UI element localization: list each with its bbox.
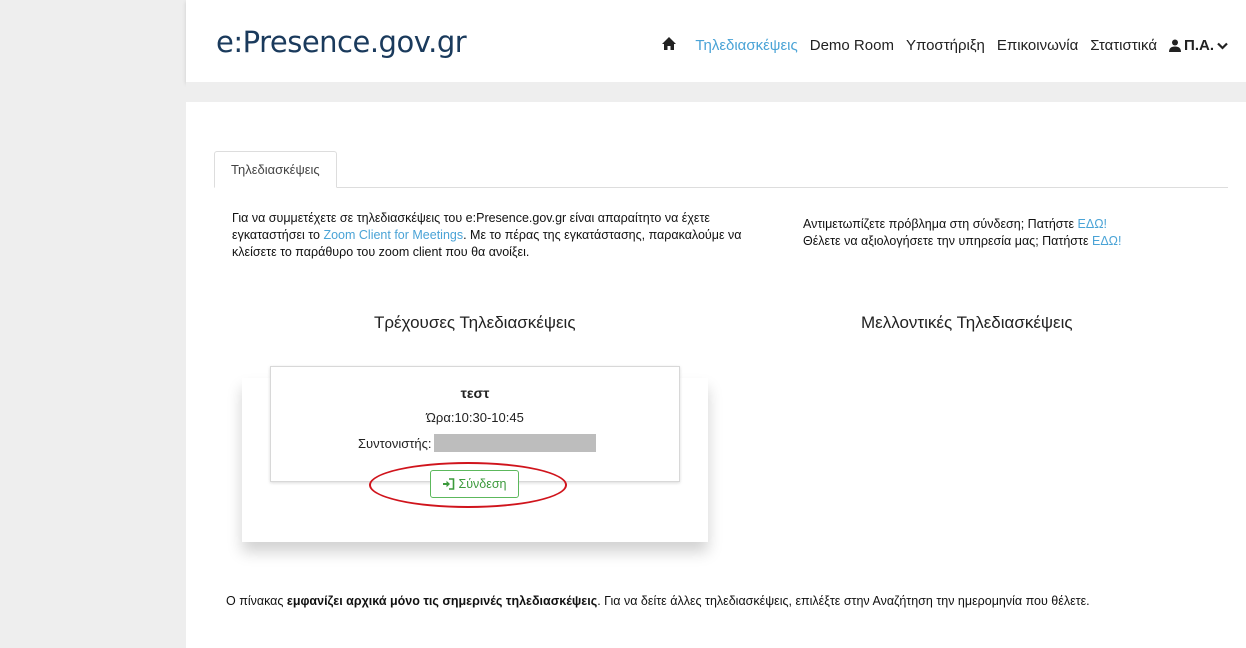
home-link[interactable] [661, 36, 683, 55]
current-meetings-heading: Τρέχουσες Τηλεδιασκέψεις [374, 313, 576, 332]
top-navbar: e:Presence.gov.gr Τηλεδιασκέψεις Demo Ro… [186, 0, 1246, 82]
footer-note: Ο πίνακας εμφανίζει αρχικά μόνο τις σημε… [226, 594, 1090, 608]
chevron-down-icon [1217, 42, 1228, 50]
tab-teleconferences[interactable]: Τηλεδιασκέψεις [214, 151, 337, 188]
header-gap [186, 82, 1246, 102]
intro-text: Για να συμμετέχετε σε τηλεδιασκέψεις του… [232, 211, 742, 259]
user-initials: Π.Α. [1184, 37, 1214, 54]
meeting-time: Ώρα:10:30-10:45 [426, 410, 524, 425]
nav-demo-room[interactable]: Demo Room [810, 37, 894, 54]
nav-statistics[interactable]: Στατιστικά [1090, 37, 1157, 54]
future-meetings-heading: Μελλοντικές Τηλεδιασκέψεις [861, 313, 1073, 332]
meeting-title: τεστ [460, 385, 490, 401]
help-text: Αντιμετωπίζετε πρόβλημα στη σύνδεση; Πατ… [803, 217, 1122, 248]
home-icon [662, 37, 677, 50]
meeting-host-label: Συντονιστής: [358, 436, 432, 451]
nav-contact[interactable]: Επικοινωνία [997, 37, 1078, 54]
zoom-client-link[interactable]: Zoom Client for Meetings [323, 228, 463, 242]
nav-support[interactable]: Υποστήριξη [906, 37, 985, 54]
redacted-host-name [434, 434, 596, 452]
nav-teleconferences[interactable]: Τηλεδιασκέψεις [695, 37, 797, 54]
tab-bar: Τηλεδιασκέψεις [214, 151, 1228, 188]
user-menu[interactable]: Π.Α. [1169, 37, 1228, 54]
site-logo[interactable]: e:Presence.gov.gr [216, 25, 467, 59]
user-icon [1169, 39, 1181, 52]
connection-help-link[interactable]: ΕΔΩ! [1078, 217, 1108, 231]
feedback-link[interactable]: ΕΔΩ! [1092, 234, 1122, 248]
left-gutter [0, 0, 186, 648]
main-nav: Τηλεδιασκέψεις Demo Room Υποστήριξη Επικ… [649, 36, 1228, 55]
highlight-ellipse [369, 462, 567, 508]
